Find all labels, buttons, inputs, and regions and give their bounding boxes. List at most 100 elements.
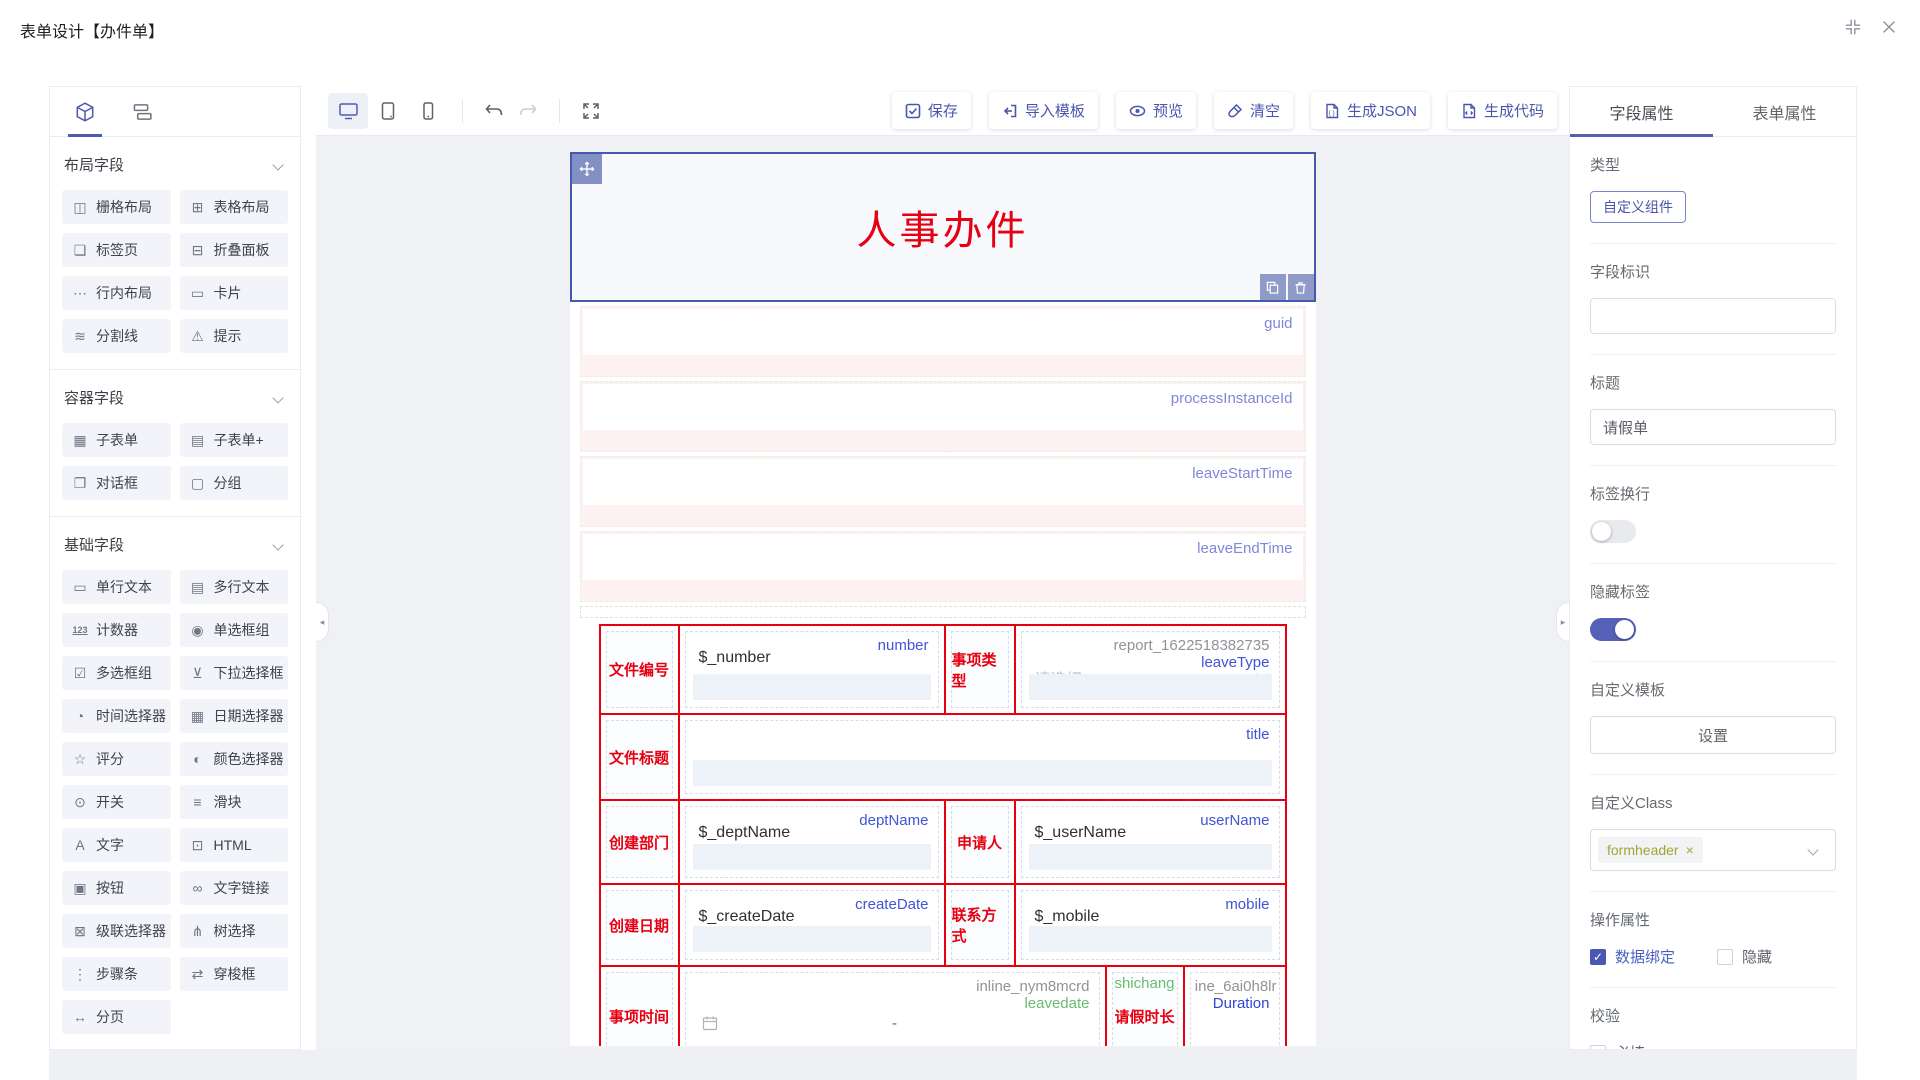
tab-outline[interactable] (130, 87, 152, 137)
required-checkbox[interactable]: 必填 (1590, 1042, 1645, 1050)
copy-component-button[interactable] (1260, 274, 1286, 300)
input-cell-number[interactable]: number $_number (678, 626, 944, 713)
palette-item[interactable]: ⊙开关 (62, 785, 171, 819)
hidden-field-component[interactable]: processInstanceId (580, 381, 1306, 452)
device-desktop-button[interactable] (328, 93, 368, 129)
field-key-input[interactable] (1590, 298, 1836, 334)
input-cell-mobile[interactable]: mobile $_mobile (1014, 885, 1285, 965)
remove-tag-icon[interactable]: × (1686, 842, 1694, 858)
hidden-fields-list: guid processInstanceId leaveStartTime le… (570, 302, 1316, 602)
tab-field-properties[interactable]: 字段属性 (1570, 87, 1713, 136)
label-cell[interactable]: 文件编号 (601, 626, 678, 713)
input-cell-deptname[interactable]: deptName $_deptName (678, 801, 944, 883)
hidden-field-component[interactable]: guid (580, 306, 1306, 377)
palette-item[interactable]: ↔分页 (62, 1000, 171, 1034)
palette-item[interactable]: ⊞表格布局 (180, 190, 289, 224)
canvas-scroll[interactable]: 人事办件 (316, 136, 1569, 1050)
palette-item[interactable]: ⊻下拉选择框 (180, 656, 289, 690)
input-cell-createdate[interactable]: createDate $_createDate (678, 885, 944, 965)
template-settings-button[interactable]: 设置 (1590, 716, 1836, 754)
palette-item[interactable]: ▭单行文本 (62, 570, 171, 604)
clear-button[interactable]: 清空 (1214, 92, 1293, 129)
palette-item[interactable]: ⊡HTML (180, 828, 289, 862)
palette-item[interactable]: ☑多选框组 (62, 656, 171, 690)
palette-item[interactable]: ⇄穿梭框 (180, 957, 289, 991)
report-table-component[interactable]: 文件编号 number $_number 事项类型 report_1622518… (599, 624, 1287, 1046)
label-cell[interactable]: shichang 请假时长 (1105, 967, 1183, 1046)
device-phone-button[interactable] (408, 93, 448, 129)
select-cell-leavetype[interactable]: report_1622518382735 leaveType 请选择 (1014, 626, 1285, 713)
collapse-sidebar-handle[interactable]: ◂ (316, 602, 329, 642)
tab-components[interactable] (74, 87, 96, 137)
input-cell-duration[interactable]: ine_6ai0h8lr Duration (1183, 967, 1285, 1046)
label-cell[interactable]: 事项时间 (601, 967, 678, 1046)
palette-item[interactable]: ≡滑块 (180, 785, 289, 819)
data-binding-checkbox[interactable]: ✓ 数据绑定 (1590, 946, 1675, 967)
palette-item[interactable]: ◔时间选择器 (62, 699, 171, 733)
label-wrap-toggle[interactable] (1590, 520, 1636, 543)
redo-button[interactable] (511, 94, 545, 128)
palette-item[interactable]: A文字 (62, 828, 171, 862)
section-header[interactable]: 容器字段 (62, 370, 288, 423)
hidden-field-component[interactable]: leaveStartTime (580, 456, 1306, 527)
palette-item[interactable]: ⋮步骤条 (62, 957, 171, 991)
palette-item[interactable]: ❏标签页 (62, 233, 171, 267)
palette-item[interactable]: ⚠提示 (180, 319, 289, 353)
properties-content: 类型 自定义组件 字段标识 标题 标签换行 隐藏标签 自定义模板 设置 自定义C… (1570, 137, 1856, 1050)
import-template-button[interactable]: 导入模板 (989, 92, 1098, 129)
daterange-cell-leavedate[interactable]: inline_nym8mcrd leavedate - (678, 967, 1105, 1046)
palette-item[interactable]: ⊠级联选择器 (62, 914, 171, 948)
generate-code-button[interactable]: 生成代码 (1448, 92, 1557, 129)
fullscreen-button[interactable] (574, 94, 608, 128)
save-button[interactable]: 保存 (892, 92, 971, 129)
label-cell[interactable]: 事项类型 (944, 626, 1014, 713)
palette-item[interactable]: ∞文字链接 (180, 871, 289, 905)
palette-item[interactable]: ▢分组 (180, 466, 289, 500)
tab-form-properties[interactable]: 表单属性 (1713, 87, 1856, 136)
label-cell[interactable]: 文件标题 (601, 715, 678, 799)
alert-icon: ⚠ (190, 329, 206, 343)
generate-json-icon: { } (1324, 103, 1340, 119)
title-input[interactable] (1590, 409, 1836, 445)
close-icon[interactable] (1880, 18, 1898, 36)
generate-json-button[interactable]: { } 生成JSON (1311, 92, 1430, 129)
palette-item[interactable]: ⋯行内布局 (62, 276, 171, 310)
input-cell-username[interactable]: userName $_userName (1014, 801, 1285, 883)
custom-class-select[interactable]: formheader × (1590, 829, 1836, 871)
hidden-field-component[interactable]: leaveEndTime (580, 531, 1306, 602)
palette-item[interactable]: ▤多行文本 (180, 570, 289, 604)
label-cell[interactable]: 申请人 (944, 801, 1014, 883)
palette-item[interactable]: ❐对话框 (62, 466, 171, 500)
label-cell[interactable]: 创建日期 (601, 885, 678, 965)
palette-item[interactable]: ⊟折叠面板 (180, 233, 289, 267)
palette-item[interactable]: ▭卡片 (180, 276, 289, 310)
hidden-checkbox[interactable]: 隐藏 (1717, 946, 1772, 967)
label-cell[interactable]: 联系方式 (944, 885, 1014, 965)
input-cell-title[interactable]: title (678, 715, 1285, 799)
form-header-component[interactable]: 人事办件 (570, 152, 1316, 302)
palette-item[interactable]: ⋔树选择 (180, 914, 289, 948)
palette-item[interactable]: ▤子表单+ (180, 423, 289, 457)
drag-handle[interactable] (572, 154, 602, 184)
dialog-icon: ❐ (72, 476, 88, 490)
undo-button[interactable] (477, 94, 511, 128)
palette-item-label: 子表单+ (214, 430, 264, 450)
palette-item[interactable]: ▦日期选择器 (180, 699, 289, 733)
palette-item[interactable]: ◫栅格布局 (62, 190, 171, 224)
palette-item[interactable]: ◉单选框组 (180, 613, 289, 647)
compress-window-icon[interactable] (1844, 18, 1862, 36)
hide-label-toggle[interactable] (1590, 618, 1636, 641)
palette-item[interactable]: ▣按钮 (62, 871, 171, 905)
device-tablet-button[interactable] (368, 93, 408, 129)
collapse-props-handle[interactable]: ▸ (1556, 602, 1569, 642)
palette-item[interactable]: ≋分割线 (62, 319, 171, 353)
section-header[interactable]: 布局字段 (62, 137, 288, 190)
section-header[interactable]: 基础字段 (62, 517, 288, 570)
palette-item[interactable]: 123计数器 (62, 613, 171, 647)
label-cell[interactable]: 创建部门 (601, 801, 678, 883)
palette-item[interactable]: ☆评分 (62, 742, 171, 776)
palette-item[interactable]: ◐颜色选择器 (180, 742, 289, 776)
delete-component-button[interactable] (1288, 274, 1314, 300)
palette-item[interactable]: ▦子表单 (62, 423, 171, 457)
preview-button[interactable]: 预览 (1116, 92, 1196, 129)
